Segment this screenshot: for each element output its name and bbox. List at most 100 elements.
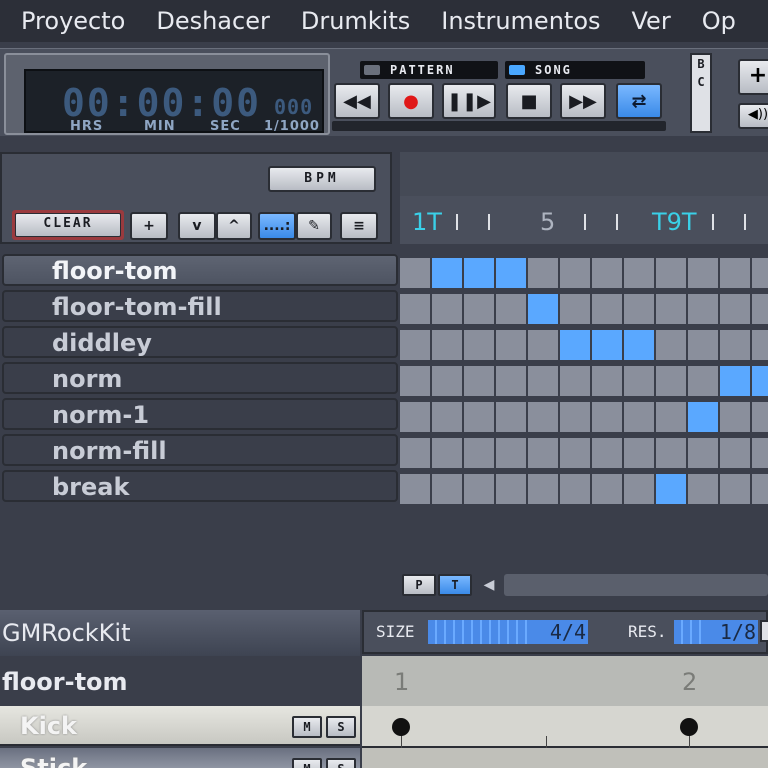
clear-button[interactable]: CLEAR [12, 210, 124, 240]
empty-pattern-cell[interactable] [720, 402, 750, 432]
empty-pattern-cell[interactable] [720, 474, 750, 504]
empty-pattern-cell[interactable] [720, 330, 750, 360]
empty-pattern-cell[interactable] [592, 402, 622, 432]
fast-forward-button[interactable]: ▶▶ [560, 83, 606, 119]
empty-pattern-cell[interactable] [464, 438, 494, 468]
empty-pattern-cell[interactable] [624, 366, 654, 396]
empty-pattern-cell[interactable] [656, 402, 686, 432]
pattern-row-break[interactable]: break [2, 470, 398, 502]
add-pattern-button[interactable]: + [130, 212, 168, 240]
solo-button[interactable]: S [326, 758, 356, 768]
active-pattern-cell[interactable] [496, 258, 526, 288]
empty-pattern-cell[interactable] [496, 294, 526, 324]
bc-selector[interactable]: B C [690, 53, 712, 133]
rewind-button[interactable]: ◀◀ [334, 83, 380, 119]
active-pattern-cell[interactable] [560, 330, 590, 360]
empty-pattern-cell[interactable] [752, 330, 768, 360]
empty-pattern-cell[interactable] [656, 330, 686, 360]
empty-pattern-cell[interactable] [592, 258, 622, 288]
empty-pattern-cell[interactable] [752, 402, 768, 432]
empty-pattern-cell[interactable] [464, 366, 494, 396]
empty-pattern-cell[interactable] [464, 330, 494, 360]
tempo-marker-lane[interactable] [400, 152, 768, 196]
empty-pattern-cell[interactable] [496, 366, 526, 396]
empty-pattern-cell[interactable] [720, 438, 750, 468]
empty-pattern-cell[interactable] [688, 474, 718, 504]
play-pause-button[interactable]: ❚❚▶ [442, 83, 496, 119]
pattern-ruler[interactable]: 1 2 [362, 656, 768, 706]
playlist-button[interactable]: ≡ [340, 212, 378, 240]
empty-pattern-cell[interactable] [400, 438, 430, 468]
instrument-row-kick[interactable]: Kick M S [0, 706, 360, 746]
active-pattern-cell[interactable] [688, 402, 718, 432]
zoom-in-button[interactable]: + [738, 59, 768, 95]
pattern-row-norm[interactable]: norm [2, 362, 398, 394]
empty-pattern-cell[interactable] [432, 294, 462, 324]
empty-pattern-cell[interactable] [400, 294, 430, 324]
stick-note-lane[interactable] [362, 748, 768, 768]
empty-pattern-cell[interactable] [464, 294, 494, 324]
timeline-view-button[interactable]: T [438, 574, 472, 596]
empty-pattern-cell[interactable] [592, 294, 622, 324]
empty-pattern-cell[interactable] [496, 474, 526, 504]
empty-pattern-cell[interactable] [400, 474, 430, 504]
instrument-row-stick[interactable]: Stick M S [0, 748, 360, 768]
empty-pattern-cell[interactable] [688, 366, 718, 396]
empty-pattern-cell[interactable] [560, 438, 590, 468]
mute-button[interactable]: M [292, 758, 322, 768]
mute-button[interactable]: M [292, 716, 322, 738]
empty-pattern-cell[interactable] [592, 366, 622, 396]
empty-pattern-cell[interactable] [528, 402, 558, 432]
pattern-row-floor-tom-fill[interactable]: floor-tom-fill [2, 290, 398, 322]
resolution-field[interactable]: 1/8 [674, 620, 758, 644]
empty-pattern-cell[interactable] [624, 474, 654, 504]
kick-note[interactable] [680, 718, 698, 736]
metronome-button[interactable]: ◀)) [738, 103, 768, 129]
move-down-button[interactable]: v [178, 212, 216, 240]
empty-pattern-cell[interactable] [496, 402, 526, 432]
empty-pattern-cell[interactable] [560, 366, 590, 396]
empty-pattern-cell[interactable] [688, 438, 718, 468]
empty-pattern-cell[interactable] [720, 294, 750, 324]
empty-pattern-cell[interactable] [624, 294, 654, 324]
active-pattern-cell[interactable] [656, 474, 686, 504]
menu-drumkits[interactable]: Drumkits [301, 7, 410, 35]
song-mode-button[interactable]: SONG [505, 61, 645, 79]
active-pattern-cell[interactable] [624, 330, 654, 360]
active-pattern-cell[interactable] [432, 258, 462, 288]
empty-pattern-cell[interactable] [720, 258, 750, 288]
empty-pattern-cell[interactable] [432, 330, 462, 360]
empty-pattern-cell[interactable] [752, 474, 768, 504]
solo-button[interactable]: S [326, 716, 356, 738]
empty-pattern-cell[interactable] [656, 258, 686, 288]
empty-pattern-cell[interactable] [624, 258, 654, 288]
empty-pattern-cell[interactable] [528, 258, 558, 288]
menu-ver[interactable]: Ver [632, 7, 671, 35]
active-pattern-cell[interactable] [528, 294, 558, 324]
empty-pattern-cell[interactable] [432, 366, 462, 396]
empty-pattern-cell[interactable] [464, 474, 494, 504]
empty-pattern-cell[interactable] [560, 474, 590, 504]
empty-pattern-cell[interactable] [432, 402, 462, 432]
pattern-mode-button[interactable]: PATTERN [360, 61, 498, 79]
empty-pattern-cell[interactable] [528, 330, 558, 360]
horizontal-scrollbar[interactable] [504, 574, 768, 596]
empty-pattern-cell[interactable] [400, 330, 430, 360]
empty-pattern-cell[interactable] [496, 438, 526, 468]
active-pattern-cell[interactable] [592, 330, 622, 360]
select-mode-button[interactable]: ....: [258, 212, 296, 240]
menu-deshacer[interactable]: Deshacer [156, 7, 270, 35]
pattern-row-diddley[interactable]: diddley [2, 326, 398, 358]
empty-pattern-cell[interactable] [560, 402, 590, 432]
empty-pattern-cell[interactable] [528, 438, 558, 468]
empty-pattern-cell[interactable] [464, 402, 494, 432]
scroll-left-icon[interactable]: ◀ [478, 574, 500, 596]
empty-pattern-cell[interactable] [624, 402, 654, 432]
empty-pattern-cell[interactable] [496, 330, 526, 360]
empty-pattern-cell[interactable] [400, 402, 430, 432]
move-up-button[interactable]: ^ [216, 212, 252, 240]
menu-instrumentos[interactable]: Instrumentos [441, 7, 600, 35]
empty-pattern-cell[interactable] [752, 438, 768, 468]
empty-pattern-cell[interactable] [624, 438, 654, 468]
active-pattern-cell[interactable] [720, 366, 750, 396]
